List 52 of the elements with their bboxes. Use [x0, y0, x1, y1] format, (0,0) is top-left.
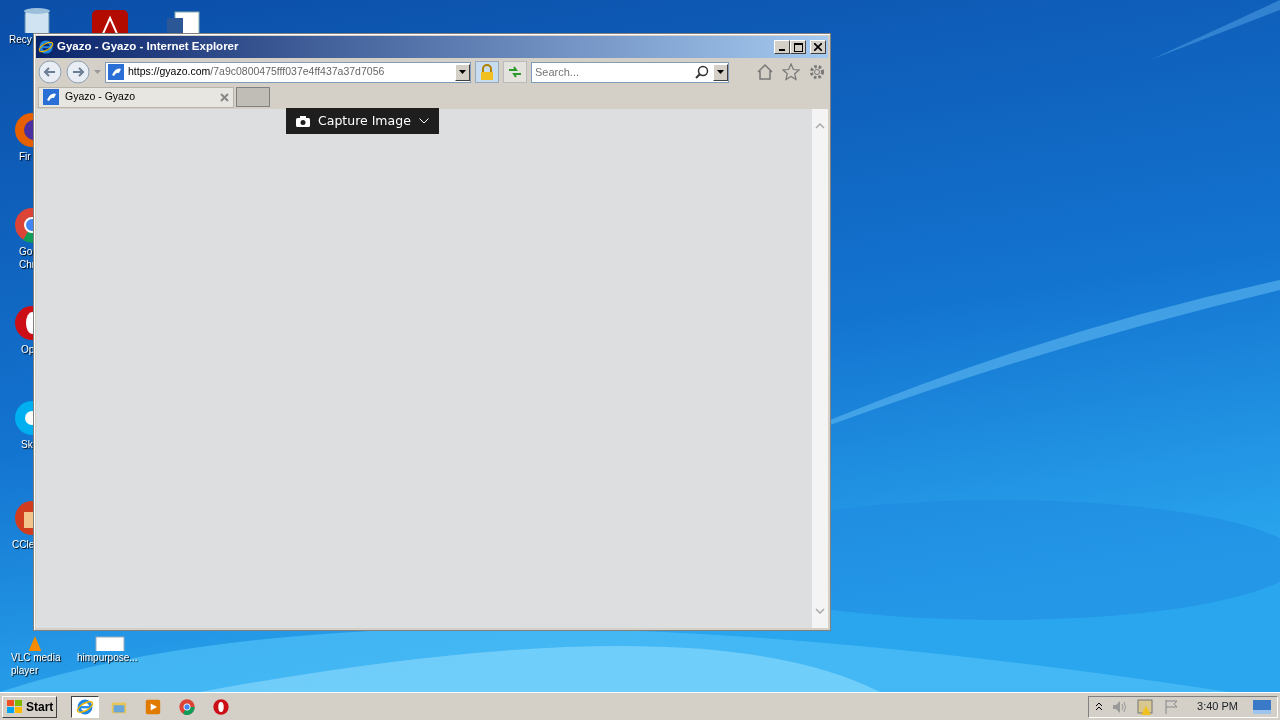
- close-icon: [814, 43, 822, 51]
- refresh-button[interactable]: [503, 61, 527, 83]
- back-button[interactable]: [38, 60, 62, 84]
- window-title: Gyazo - Gyazo - Internet Explorer: [57, 39, 239, 55]
- dropdown-button[interactable]: [455, 63, 470, 81]
- icon-label: Sk: [21, 438, 33, 451]
- settings-icon[interactable]: [808, 63, 826, 81]
- taskbar-browser-e-icon[interactable]: [71, 695, 100, 718]
- camera-icon: [296, 115, 310, 127]
- chevron-down-icon[interactable]: [815, 608, 825, 614]
- speaker-icon[interactable]: [1112, 699, 1129, 714]
- lock-button[interactable]: [475, 61, 499, 83]
- maximize-button[interactable]: [790, 40, 806, 54]
- icon-label: Go: [19, 245, 33, 258]
- pdf-icon[interactable]: [90, 8, 130, 33]
- site-icon: [43, 89, 59, 105]
- chevron-down-icon: [418, 118, 429, 124]
- browser-e-icon: [38, 39, 54, 55]
- url-text: https://gyazo.com/7a9c0800475fff037e4ff437a37d7056: [128, 64, 385, 80]
- icon-label: CCle: [12, 538, 35, 551]
- caret-icon: [459, 69, 466, 75]
- browser-tab[interactable]: Gyazo - Gyazo: [38, 86, 234, 108]
- capture-image-button[interactable]: Capture Image: [286, 108, 439, 134]
- icon-label: VLC media: [11, 651, 61, 664]
- close-button[interactable]: [810, 40, 826, 54]
- start-button[interactable]: Start: [2, 695, 58, 718]
- search-bar[interactable]: Search...: [531, 61, 729, 83]
- clock[interactable]: 3:40 PM: [1197, 698, 1238, 715]
- icon-label: himpurpose...: [77, 651, 138, 664]
- minimize-button[interactable]: [774, 40, 790, 54]
- scrollbar[interactable]: [812, 109, 828, 628]
- show-desktop-icon[interactable]: [1253, 699, 1271, 714]
- caret-icon[interactable]: [94, 69, 101, 75]
- icon-label: player: [11, 664, 39, 677]
- start-logo-icon: [6, 698, 24, 715]
- network-warning-icon[interactable]: [1137, 698, 1156, 715]
- star-icon[interactable]: [782, 63, 800, 81]
- chevron-up-icon[interactable]: [1095, 702, 1104, 711]
- refresh-icon: [508, 66, 522, 78]
- padlock-icon: [480, 64, 494, 80]
- icon-label: Fir: [19, 150, 31, 163]
- caret-icon: [717, 69, 724, 75]
- dropdown-button[interactable]: [713, 63, 728, 81]
- forward-button[interactable]: [66, 60, 90, 84]
- maximize-icon: [793, 42, 803, 52]
- icon-label: Recy: [9, 33, 32, 46]
- home-icon[interactable]: [756, 63, 774, 81]
- close-icon[interactable]: [220, 92, 229, 102]
- address-bar[interactable]: https://gyazo.com/7a9c0800475fff037e4ff437a37d7056: [105, 61, 471, 83]
- new-tab-button[interactable]: [236, 87, 270, 107]
- search-icon[interactable]: [695, 65, 709, 79]
- site-icon: [108, 64, 124, 80]
